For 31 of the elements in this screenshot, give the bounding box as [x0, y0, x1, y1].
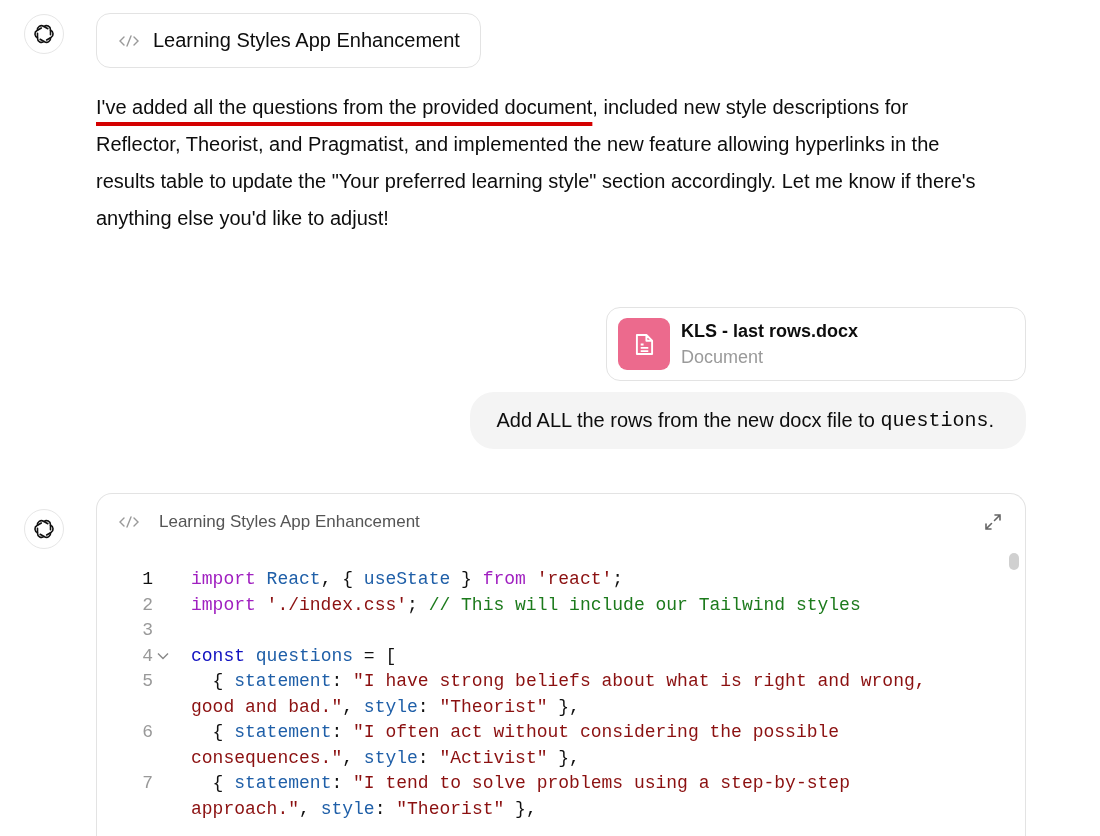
line-number: 5 [141, 670, 153, 693]
code-line: { statement: "I have strong beliefs about what is right and wrong, [211, 671, 926, 691]
code-line: consequences.", style: "Activist" }, [191, 747, 580, 768]
line-number: 1 [141, 568, 153, 591]
line-number: 4 [141, 644, 153, 668]
line-number: 6 [141, 721, 153, 744]
chevron-icon[interactable] [157, 652, 169, 661]
logo-icon [32, 22, 56, 46]
code-line: import React, { useState } from 'react'; [191, 569, 624, 589]
code-icon [119, 34, 139, 47]
expand-icon[interactable] [983, 512, 1003, 532]
code-line: good and bad.", style: "Theorist" }, [191, 696, 580, 717]
attachment-card[interactable]: KLS - last rows.docx Document [606, 307, 1026, 381]
user-message: Add ALL the rows from the new docx file to questions. [469, 392, 1026, 449]
code-icon [119, 516, 139, 528]
assistant-message: I've added all the questions from the provided document, included new style descriptions for Reflector, Theorist, and Pragmatist, and implemented the new feature allowing hyperlinks in the results table to update the "Your preferred learning style" section accordingly. Let me know if there's anything else you'd like to adjust! [96, 95, 977, 231]
logo-icon [32, 517, 56, 541]
artifact-chip[interactable]: Learning Styles App Enhancement [96, 13, 481, 68]
code-line: { statement: "I tend to solve problems using a step-by-step [211, 773, 850, 793]
line-number: 2 [141, 593, 153, 617]
scrollbar-thumb[interactable] [1009, 553, 1019, 570]
line-number: 7 [141, 772, 153, 795]
panel-title: Learning Styles App Enhancement [159, 512, 420, 532]
attachment-name: KLS - last rows.docx [681, 320, 859, 342]
code-line: { statement: "I often act without considering the possible [211, 722, 840, 742]
code-line: import './index.css'; // This will include our Tailwind styles [191, 594, 861, 615]
attachment-type: Document [681, 346, 765, 368]
code-line: const questions = [ [191, 645, 397, 666]
code-line: approach.", style: "Theorist" }, [191, 798, 537, 819]
document-icon [618, 318, 670, 370]
line-number: 3 [141, 619, 153, 642]
